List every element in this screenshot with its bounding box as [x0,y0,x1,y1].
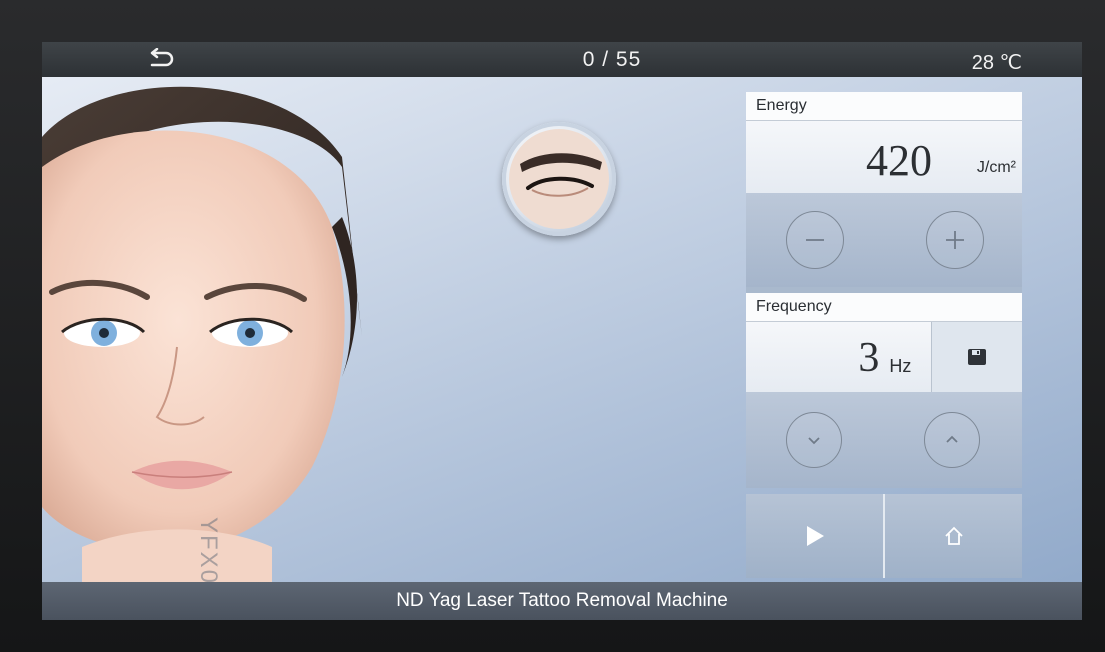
eyebrow-icon [509,129,609,229]
minus-icon [806,239,824,241]
energy-adjust-row [746,193,1022,287]
save-icon [968,349,987,365]
frequency-value-box: 3 Hz [746,322,932,392]
model-face-image [42,86,362,582]
control-panel: Energy 420 J/cm² Frequency 3 Hz [746,92,1022,578]
energy-value: 420 [866,136,932,185]
eyebrow-mode-button[interactable] [502,122,616,236]
shot-counter: 0 / 55 [582,48,642,71]
touch-screen: 0 / 55 28 ℃ YFX09 Energy 420 J/cm² Frequ… [42,42,1082,620]
chevron-up-icon [946,435,958,443]
frequency-value: 3 [858,335,880,381]
temperature-readout: 28 ℃ [971,52,1022,74]
energy-display: 420 J/cm² [746,121,1022,193]
frequency-decrease-button[interactable] [786,412,842,468]
play-icon [806,526,824,546]
top-status-bar: 0 / 55 28 ℃ [42,42,1082,77]
frequency-display: 3 Hz [746,322,1022,392]
back-arrow-icon [150,48,174,67]
machine-title: ND Yag Laser Tattoo Removal Machine [396,590,728,611]
frequency-unit: Hz [889,356,912,376]
home-icon [944,526,963,545]
energy-unit: J/cm² [976,159,1016,176]
frequency-increase-button[interactable] [924,412,980,468]
frequency-label: Frequency [746,293,1022,322]
energy-increase-button[interactable] [926,211,984,269]
energy-label: Energy [746,92,1022,121]
face-illustration: YFX09 [42,77,372,582]
action-buttons [746,494,1022,578]
chevron-down-icon [808,437,820,445]
start-button[interactable] [746,494,883,578]
plus-icon [946,231,964,249]
model-watermark: YFX09 [195,517,222,582]
energy-decrease-button[interactable] [786,211,844,269]
frequency-adjust-row [746,392,1022,488]
machine-title-bar: ND Yag Laser Tattoo Removal Machine [42,582,1082,620]
back-button[interactable] [142,46,180,74]
home-button[interactable] [883,494,1022,578]
save-button[interactable] [931,322,1022,392]
